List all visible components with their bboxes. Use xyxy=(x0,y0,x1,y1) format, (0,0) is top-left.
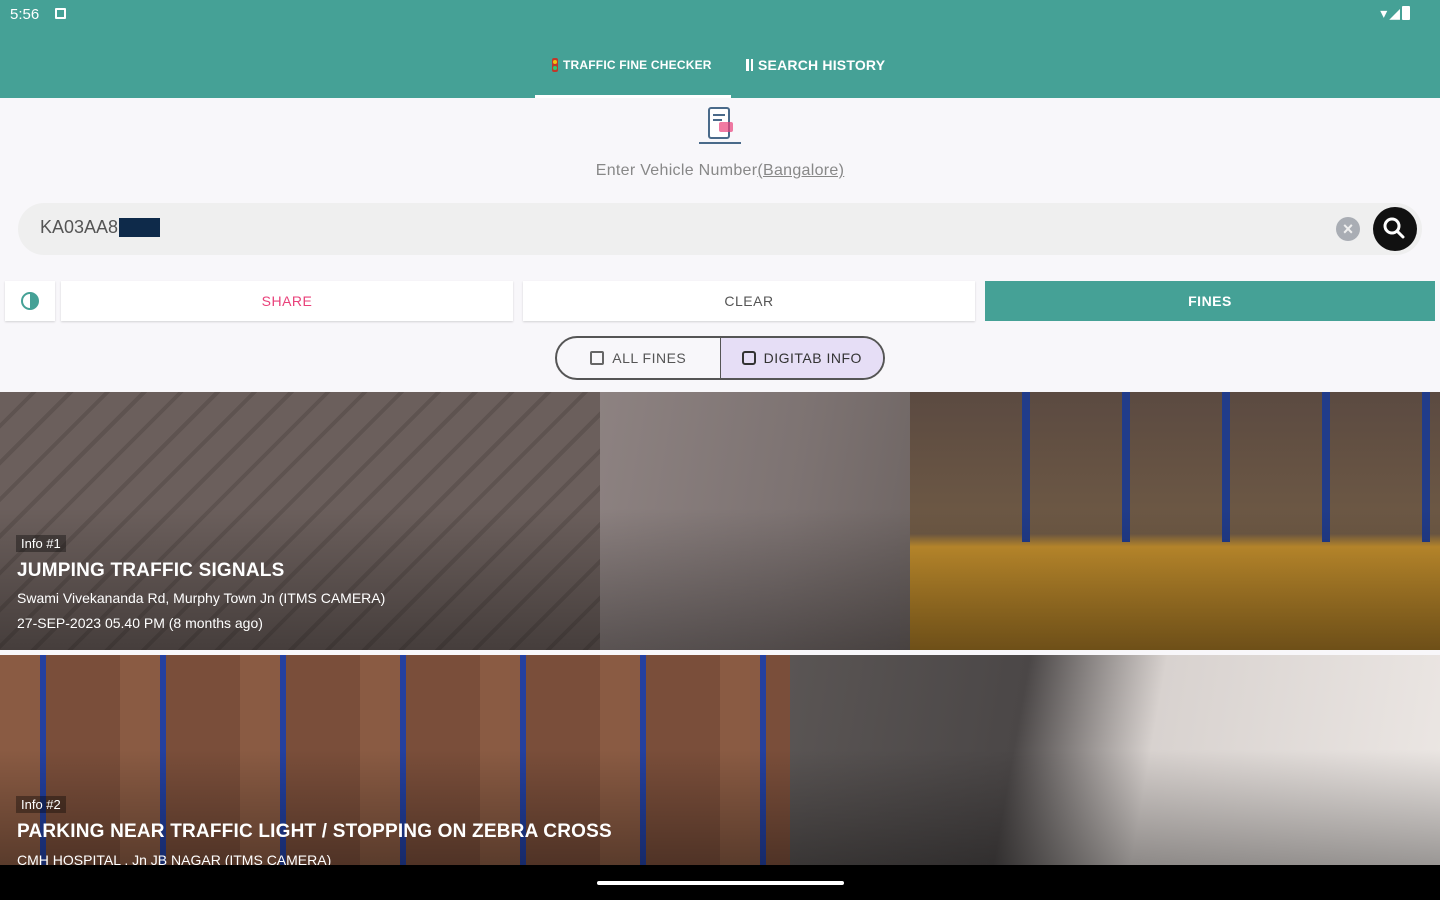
fine-location: Swami Vivekananda Rd, Murphy Town Jn (IT… xyxy=(17,590,386,606)
info-tag: Info #1 xyxy=(16,535,66,552)
vehicle-number-value: KA03AA8 xyxy=(40,217,119,237)
clear-input-icon[interactable]: × xyxy=(1336,217,1360,241)
region-link[interactable]: (Bangalore) xyxy=(757,162,844,179)
prompt-text: Enter Vehicle Number xyxy=(595,162,758,179)
form-document-icon xyxy=(699,107,741,144)
view-toggle: ALL FINES DIGITAB INFO xyxy=(555,336,885,380)
traffic-light-icon xyxy=(552,58,558,72)
tab-indicator xyxy=(535,95,731,98)
app-bar: 5:56 ▾◢ TRAFFIC FINE CHECKER SEARCH HIST… xyxy=(0,0,1440,98)
fines-button[interactable]: FINES xyxy=(985,281,1435,321)
photo-shade xyxy=(0,392,1440,650)
fine-location: CMH HOSPITAL , Jn JB NAGAR (ITMS CAMERA) xyxy=(17,852,332,865)
fine-title: JUMPING TRAFFIC SIGNALS xyxy=(17,560,285,581)
search-bar: KA03AA8 × xyxy=(18,203,1422,255)
wifi-icon: ▾ xyxy=(1380,5,1390,21)
notification-icon xyxy=(55,8,66,19)
gesture-handle[interactable] xyxy=(597,881,844,885)
vehicle-number-prompt: Enter Vehicle Number(Bangalore) xyxy=(0,162,1440,180)
all-fines-segment[interactable]: ALL FINES xyxy=(557,338,720,378)
tab-search-history[interactable]: SEARCH HISTORY xyxy=(746,56,885,74)
camera-icon xyxy=(741,351,756,365)
clear-button[interactable]: CLEAR xyxy=(523,281,975,321)
digitab-info-label: DIGITAB INFO xyxy=(763,350,862,366)
search-button[interactable] xyxy=(1373,207,1417,251)
status-time: 5:56 xyxy=(10,6,40,23)
table-icon xyxy=(590,351,605,365)
redaction-mask xyxy=(119,218,161,237)
share-button[interactable]: SHARE xyxy=(61,281,513,321)
fine-card[interactable]: Info #2 PARKING NEAR TRAFFIC LIGHT / STO… xyxy=(0,655,1440,865)
search-icon xyxy=(1383,217,1405,239)
info-tag: Info #2 xyxy=(16,796,66,813)
tab-label: SEARCH HISTORY xyxy=(758,57,886,73)
all-fines-label: ALL FINES xyxy=(612,350,687,366)
digitab-info-segment[interactable]: DIGITAB INFO xyxy=(719,338,883,378)
contrast-icon xyxy=(21,292,39,310)
system-nav-bar xyxy=(0,865,1440,900)
list-icon xyxy=(746,59,753,71)
fine-card[interactable]: Info #1 JUMPING TRAFFIC SIGNALS Swami Vi… xyxy=(0,392,1440,650)
fine-title: PARKING NEAR TRAFFIC LIGHT / STOPPING ON… xyxy=(17,821,612,842)
fine-datetime: 27-SEP-2023 05.40 PM (8 months ago) xyxy=(17,615,263,631)
status-icons: ▾◢ xyxy=(1380,5,1410,22)
vehicle-number-input[interactable]: KA03AA8 xyxy=(40,217,161,238)
theme-toggle-button[interactable] xyxy=(5,281,55,321)
tab-traffic-fine-checker[interactable]: TRAFFIC FINE CHECKER xyxy=(552,56,712,74)
tab-label: TRAFFIC FINE CHECKER xyxy=(563,58,712,72)
battery-icon xyxy=(1402,6,1410,20)
signal-icon: ◢ xyxy=(1389,5,1402,21)
